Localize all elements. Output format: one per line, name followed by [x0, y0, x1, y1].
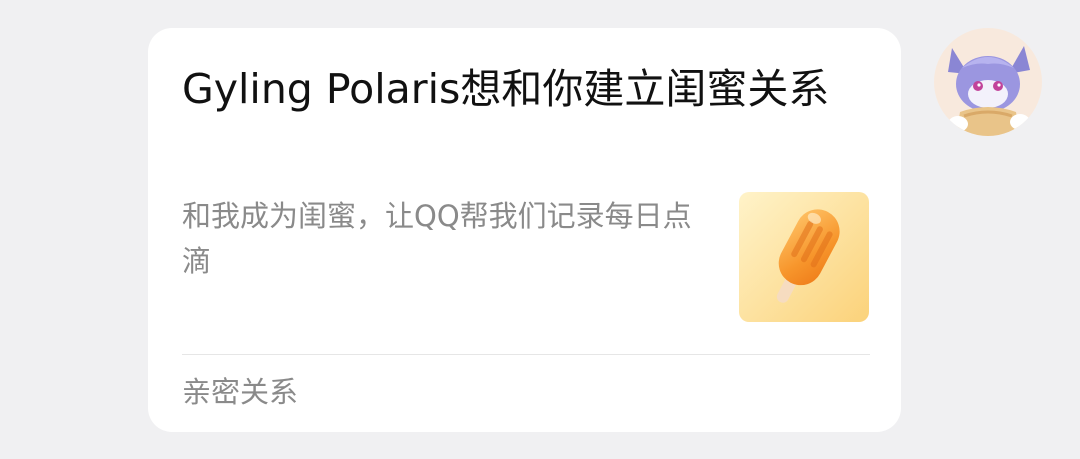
popsicle-icon	[739, 192, 869, 322]
sender-avatar[interactable]	[934, 28, 1042, 136]
divider	[182, 354, 870, 355]
card-title: Gyling Polaris想和你建立闺蜜关系	[182, 65, 830, 113]
avatar-icon	[934, 28, 1042, 136]
card-description: 和我成为闺蜜，让QQ帮我们记录每日点滴	[182, 199, 692, 278]
card-footer-label: 亲密关系	[182, 375, 299, 409]
relationship-request-card[interactable]: Gyling Polaris想和你建立闺蜜关系 和我成为闺蜜，让QQ帮我们记录每…	[148, 28, 901, 432]
card-thumbnail	[739, 192, 869, 322]
